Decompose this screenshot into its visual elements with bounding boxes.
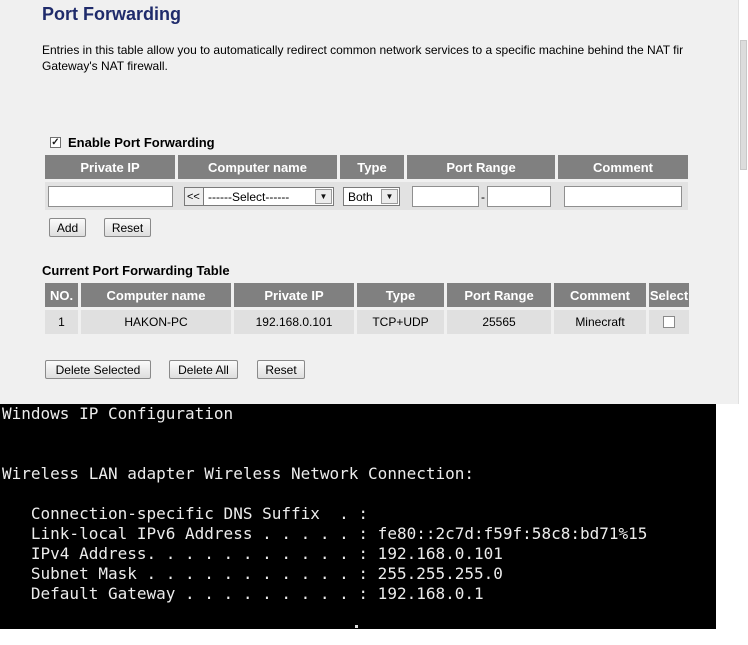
- delete-all-button[interactable]: Delete All: [169, 360, 238, 379]
- header-port-range: Port Range: [407, 155, 555, 179]
- console-line: Windows IP Configuration: [2, 404, 234, 423]
- header-type: Type: [340, 155, 404, 179]
- cell-type: TCP+UDP: [357, 310, 444, 334]
- page-scrollbar[interactable]: [738, 0, 748, 404]
- background-strip: [716, 404, 748, 629]
- page-title: Port Forwarding: [42, 4, 181, 24]
- table-header-select: Select: [649, 283, 689, 307]
- table-title: Current Port Forwarding Table: [42, 263, 230, 278]
- enable-label: Enable Port Forwarding: [68, 135, 215, 150]
- add-button[interactable]: Add: [49, 218, 86, 237]
- enable-port-forwarding[interactable]: ✓ Enable Port Forwarding: [50, 135, 215, 150]
- console-line: Subnet Mask . . . . . . . . . . . : 255.…: [2, 564, 503, 583]
- delete-selected-button[interactable]: Delete Selected: [45, 360, 151, 379]
- comment-input[interactable]: [564, 186, 682, 207]
- background-strip: [0, 629, 748, 645]
- type-select[interactable]: Both ▼: [343, 187, 400, 206]
- table-header-port-range: Port Range: [447, 283, 551, 307]
- table-header-no: NO.: [45, 283, 78, 307]
- console-line: Connection-specific DNS Suffix . :: [2, 504, 369, 523]
- port-range-separator: -: [481, 190, 485, 204]
- cell-computer-name: HAKON-PC: [81, 310, 231, 334]
- description-line-2: Gateway's NAT firewall.: [42, 59, 168, 73]
- enable-checkbox[interactable]: ✓: [50, 137, 61, 148]
- header-computer-name: Computer name: [178, 155, 337, 179]
- table-header-comment: Comment: [554, 283, 646, 307]
- console-line: Link-local IPv6 Address . . . . . : fe80…: [2, 524, 648, 543]
- cell-private-ip: 192.168.0.101: [234, 310, 354, 334]
- port-to-input[interactable]: [487, 186, 551, 207]
- private-ip-input[interactable]: [48, 186, 173, 207]
- header-private-ip: Private IP: [45, 155, 175, 179]
- cell-comment: Minecraft: [554, 310, 646, 334]
- console-line: IPv4 Address. . . . . . . . . . . : 192.…: [2, 544, 503, 563]
- description-line-1: Entries in this table allow you to autom…: [42, 43, 684, 57]
- page-description: Entries in this table allow you to autom…: [42, 42, 738, 74]
- header-comment: Comment: [558, 155, 688, 179]
- scrollbar-thumb[interactable]: [740, 40, 747, 170]
- cursor-mark: [355, 625, 358, 628]
- command-prompt-output: Windows IP Configuration Wireless LAN ad…: [0, 404, 716, 629]
- console-line: Wireless LAN adapter Wireless Network Co…: [2, 464, 475, 483]
- table-header-private-ip: Private IP: [234, 283, 354, 307]
- computer-name-select-value: ------Select------: [208, 189, 290, 204]
- chevron-down-icon: ▼: [381, 189, 398, 204]
- chevron-down-icon: ▼: [315, 189, 332, 204]
- cell-no: 1: [45, 310, 78, 334]
- reset-table-button[interactable]: Reset: [257, 360, 305, 379]
- cell-port-range: 25565: [447, 310, 551, 334]
- copy-computer-name-button[interactable]: <<: [184, 187, 204, 206]
- computer-name-select[interactable]: ------Select------ ▼: [203, 187, 334, 206]
- console-line: Default Gateway . . . . . . . . . : 192.…: [2, 584, 484, 603]
- reset-form-button[interactable]: Reset: [104, 218, 151, 237]
- copy-button-label: <<: [187, 190, 200, 203]
- table-header-type: Type: [357, 283, 444, 307]
- table-header-computer-name: Computer name: [81, 283, 231, 307]
- port-from-input[interactable]: [412, 186, 479, 207]
- router-config-page: Port Forwarding Entries in this table al…: [0, 0, 738, 404]
- row-select-checkbox[interactable]: [663, 316, 675, 328]
- type-select-value: Both: [348, 189, 373, 204]
- cell-select: [649, 310, 689, 334]
